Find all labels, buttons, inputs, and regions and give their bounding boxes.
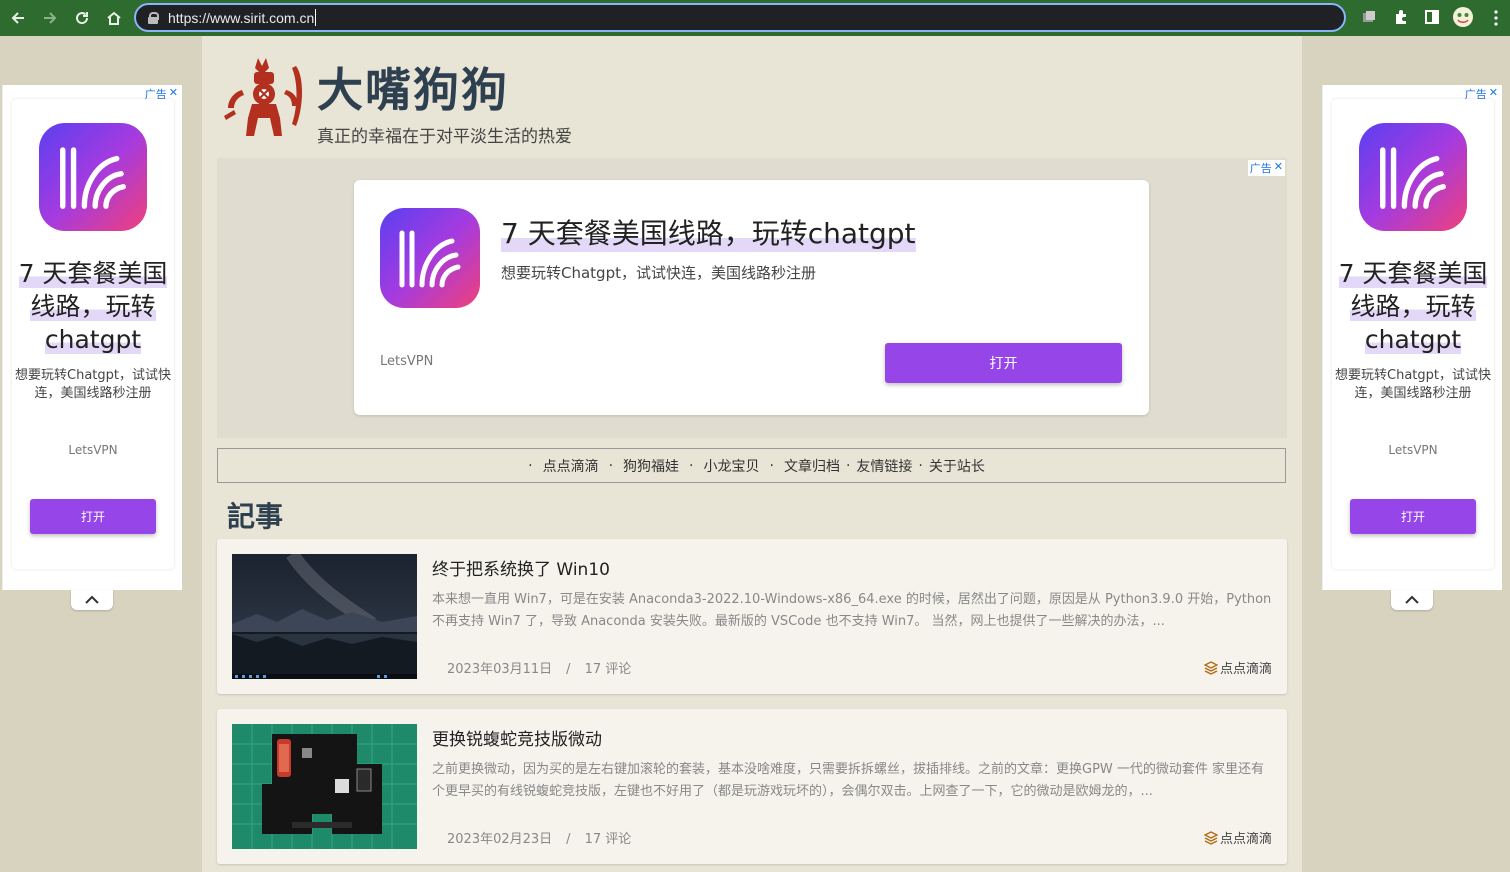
url-text[interactable]: https://www.sirit.com.cn bbox=[168, 10, 314, 26]
banner-ad-headline[interactable]: 7 天套餐美国线路，玩转chatgpt bbox=[501, 212, 916, 252]
post-card[interactable]: 终于把系统换了 Win10 本来想一直用 Win7，可是在安装 Anaconda… bbox=[217, 539, 1287, 694]
post-category[interactable]: 点点滴滴 bbox=[1203, 658, 1272, 677]
side-ad-headline[interactable]: 7 天套餐美国 线路，玩转 chatgpt bbox=[12, 257, 174, 356]
menu-icon[interactable] bbox=[1494, 8, 1498, 28]
home-icon[interactable] bbox=[100, 4, 128, 32]
post-title[interactable]: 更换锐蝮蛇竞技版微动 bbox=[432, 725, 602, 750]
extensions-puzzle-icon[interactable] bbox=[1390, 6, 1412, 28]
chevron-up-icon bbox=[1405, 595, 1419, 604]
post-meta: 2023年02月23日/17 评论 bbox=[447, 832, 632, 847]
forward-icon[interactable] bbox=[36, 4, 64, 32]
side-ad-brand: LetsVPN bbox=[68, 443, 118, 457]
site-title[interactable]: 大嘴狗狗 bbox=[317, 54, 509, 120]
letsvpn-app-icon[interactable] bbox=[39, 123, 147, 231]
post-comments[interactable]: 17 评论 bbox=[585, 662, 632, 677]
letsvpn-app-icon[interactable] bbox=[1359, 123, 1467, 231]
post-comments[interactable]: 17 评论 bbox=[585, 832, 632, 847]
section-title: 記事 bbox=[227, 500, 284, 533]
close-icon[interactable]: ✕ bbox=[1274, 160, 1283, 176]
chevron-up-icon bbox=[85, 595, 99, 604]
screenshot-extension-icon[interactable] bbox=[1358, 6, 1380, 28]
banner-ad-open-button[interactable]: 打开 bbox=[885, 343, 1122, 383]
side-ad-card[interactable]: 7 天套餐美国 线路，玩转 chatgpt 想要玩转Chatgpt，试试快连，美… bbox=[1332, 99, 1494, 569]
nav-item-archive[interactable]: 文章归档 bbox=[784, 456, 840, 476]
left-side-ad[interactable]: 广告 ✕ 7 天套餐美国 线路，玩转 chatgpt 想要玩转Chatgpt，试… bbox=[2, 85, 182, 590]
reload-icon[interactable] bbox=[68, 4, 96, 32]
browser-toolbar: https://www.sirit.com.cn bbox=[0, 0, 1510, 36]
site-nav: · 点点滴滴 · 狗狗福娃 · 小龙宝贝 · 文章归档 · 友情链接 · 关于站… bbox=[217, 448, 1286, 483]
side-ad-open-button[interactable]: 打开 bbox=[30, 499, 156, 534]
lock-icon[interactable] bbox=[148, 11, 159, 24]
banner-ad-description: 想要玩转Chatgpt，试试快连，美国线路秒注册 bbox=[501, 264, 816, 282]
nav-item-diandian[interactable]: 点点滴滴 bbox=[543, 456, 599, 476]
post-excerpt: 本来想一直用 Win7，可是在安装 Anaconda3-2022.10-Wind… bbox=[432, 592, 1272, 629]
post-excerpt: 之前更换微动，因为买的是左右键加滚轮的套装，基本没啥难度，只需要拆拆螺丝，拔插排… bbox=[432, 762, 1265, 799]
post-title[interactable]: 终于把系统换了 Win10 bbox=[432, 555, 610, 580]
post-meta: 2023年03月11日/17 评论 bbox=[447, 662, 632, 677]
banner-ad-card[interactable]: 7 天套餐美国线路，玩转chatgpt 想要玩转Chatgpt，试试快连，美国线… bbox=[354, 180, 1149, 415]
side-ad-card[interactable]: 7 天套餐美国 线路，玩转 chatgpt 想要玩转Chatgpt，试试快连，美… bbox=[12, 99, 174, 569]
right-side-ad[interactable]: 广告 ✕ 7 天套餐美国 线路，玩转 chatgpt 想要玩转Chatgpt，试… bbox=[1322, 85, 1502, 590]
collapse-ad-button[interactable] bbox=[71, 590, 113, 610]
side-ad-open-button[interactable]: 打开 bbox=[1350, 499, 1476, 534]
nav-item-xiaolong[interactable]: 小龙宝贝 bbox=[704, 456, 760, 476]
site-subtitle: 真正的幸福在于对平淡生活的热爱 bbox=[317, 127, 572, 147]
layers-icon bbox=[1203, 830, 1218, 845]
post-card[interactable]: 更换锐蝮蛇竞技版微动 之前更换微动，因为买的是左右键加滚轮的套装，基本没啥难度，… bbox=[217, 709, 1287, 864]
ad-choices[interactable]: 广告 ✕ bbox=[1247, 160, 1285, 176]
letsvpn-app-icon[interactable] bbox=[380, 208, 480, 308]
address-bar[interactable]: https://www.sirit.com.cn bbox=[134, 3, 1346, 32]
ad-label[interactable]: 广告 bbox=[1250, 160, 1272, 176]
text-caret bbox=[315, 9, 317, 26]
post-thumbnail[interactable] bbox=[232, 724, 417, 849]
side-ad-description: 想要玩转Chatgpt，试试快连，美国线路秒注册 bbox=[15, 368, 171, 401]
banner-ad[interactable]: 广告 ✕ 7 天套餐美国线路，玩转chatgpt 想要玩转Chatgpt，试试快… bbox=[217, 158, 1287, 438]
main-content: 大嘴狗狗 真正的幸福在于对平淡生活的热爱 广告 ✕ 7 天套餐美国线路，玩转ch… bbox=[202, 36, 1302, 872]
banner-ad-brand: LetsVPN bbox=[380, 354, 434, 369]
nav-item-gougou[interactable]: 狗狗福娃 bbox=[623, 456, 679, 476]
side-panel-icon[interactable] bbox=[1421, 6, 1443, 28]
layers-icon bbox=[1203, 660, 1218, 675]
collapse-ad-button[interactable] bbox=[1391, 590, 1433, 610]
post-date: 2023年02月23日 bbox=[447, 832, 553, 847]
profile-avatar-icon[interactable] bbox=[1452, 6, 1474, 28]
side-ad-brand: LetsVPN bbox=[1388, 443, 1438, 457]
nav-item-about[interactable]: 关于站长 bbox=[929, 456, 985, 476]
side-ad-headline[interactable]: 7 天套餐美国 线路，玩转 chatgpt bbox=[1332, 257, 1494, 356]
post-date: 2023年03月11日 bbox=[447, 662, 553, 677]
post-category[interactable]: 点点滴滴 bbox=[1203, 828, 1272, 847]
nav-item-links[interactable]: 友情链接 bbox=[856, 456, 912, 476]
post-thumbnail[interactable] bbox=[232, 554, 417, 679]
site-logo[interactable] bbox=[222, 56, 310, 142]
side-ad-description: 想要玩转Chatgpt，试试快连，美国线路秒注册 bbox=[1335, 368, 1491, 401]
back-icon[interactable] bbox=[4, 4, 32, 32]
